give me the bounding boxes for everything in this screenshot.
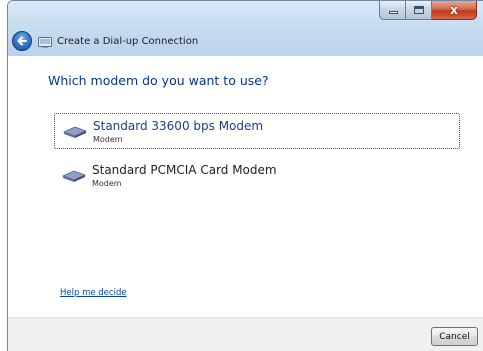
dialup-wizard-window: x Create a Dial-up Connection Which mode…	[7, 0, 483, 351]
cancel-button[interactable]: Cancel	[431, 327, 478, 346]
close-button[interactable]: x	[432, 1, 477, 20]
title-bar[interactable]: x Create a Dial-up Connection	[8, 1, 483, 56]
modem-option-subtitle: Modem	[93, 135, 123, 144]
modem-option-title: Standard PCMCIA Card Modem	[92, 163, 277, 177]
page-heading: Which modem do you want to use?	[48, 73, 269, 88]
wizard-footer: Cancel	[8, 317, 483, 351]
maximize-icon	[414, 6, 424, 14]
modem-option-subtitle: Modem	[92, 179, 122, 188]
dialup-connection-icon	[38, 37, 52, 48]
wizard-content: Which modem do you want to use? Standard…	[8, 56, 483, 317]
modem-option-title: Standard 33600 bps Modem	[93, 119, 264, 133]
modem-option-standard-pcmcia[interactable]: Standard PCMCIA Card Modem Modem	[54, 158, 460, 194]
modem-option-standard-33600[interactable]: Standard 33600 bps Modem Modem	[54, 113, 460, 149]
close-icon: x	[450, 3, 458, 17]
minimize-icon	[389, 11, 398, 14]
window-title: Create a Dial-up Connection	[57, 36, 199, 47]
back-arrow-icon	[17, 36, 27, 46]
back-button[interactable]	[12, 31, 32, 51]
minimize-button[interactable]	[379, 1, 406, 20]
modem-icon	[63, 126, 87, 138]
maximize-button[interactable]	[406, 1, 432, 20]
help-me-decide-link[interactable]: Help me decide	[60, 288, 127, 298]
modem-icon	[62, 170, 86, 182]
caption-buttons: x	[379, 1, 477, 20]
